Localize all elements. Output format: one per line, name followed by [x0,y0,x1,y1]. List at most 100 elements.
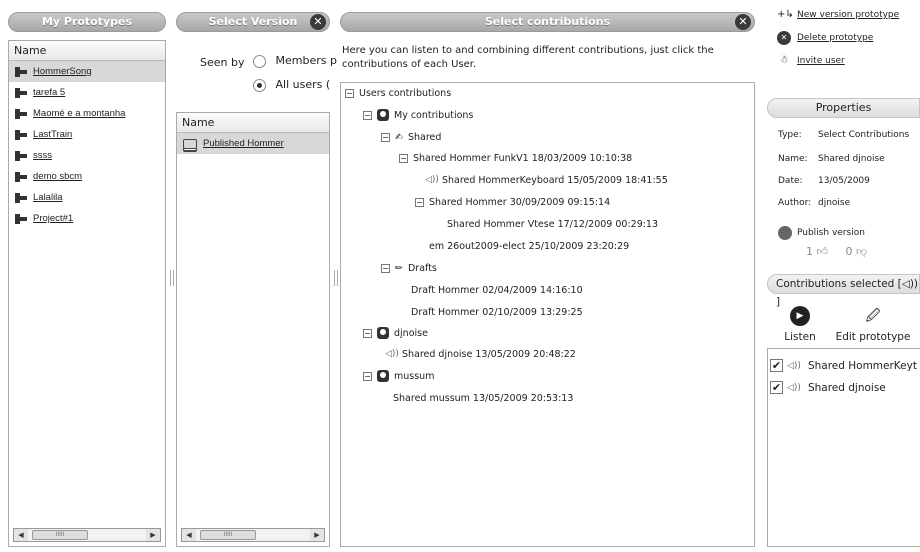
stack-icon [183,138,197,149]
prototype-item[interactable]: Project#1 [9,208,165,229]
collapse-icon[interactable]: − [399,153,408,163]
prototype-icon [15,192,27,203]
selected-checkbox[interactable]: ✔ [770,381,783,394]
likes-count: 1 [806,245,813,258]
drafts-label: Drafts [407,262,437,274]
prototypes-column-header[interactable]: Name [9,41,165,61]
scroll-right-icon[interactable]: ▶ [310,529,324,541]
user-label: mussum [394,370,435,382]
my-contributions-label: My contributions [394,109,474,121]
collapse-icon[interactable]: − [381,132,390,142]
play-icon: ▶ [790,306,810,326]
version-scrollbar[interactable]: ◀ IIIII ▶ [181,528,325,542]
prototype-item[interactable]: HommerSong [9,61,165,82]
close-version-icon[interactable]: ✕ [310,14,326,30]
prototype-item[interactable]: Maomé e a montanha [9,103,165,124]
version-item[interactable]: Published Hommer [177,133,329,154]
new-version-label[interactable]: New version prototype [797,10,899,20]
collapse-icon[interactable]: − [363,328,372,338]
option-members-label: Members p [275,54,337,67]
tree-shared[interactable]: − ✍ Shared [381,130,441,144]
collapse-icon[interactable]: − [363,371,372,381]
prototype-item[interactable]: demo sbcm [9,166,165,187]
collapse-icon[interactable]: − [381,263,390,273]
tree-item[interactable]: em 26out2009-elect 25/10/2009 23:20:29 [429,239,629,253]
members-radio[interactable] [253,54,266,68]
prototypes-panel: Name HommerSong tarefa 5 Maomé e a montanh… [8,40,166,547]
prototype-item-label[interactable]: tarefa 5 [33,82,65,103]
listen-button[interactable]: ▶ Listen [780,306,820,343]
prototype-item-label[interactable]: Lalalila [33,187,63,208]
version-header: Select Version ✕ [176,12,330,32]
prototypes-scrollbar[interactable]: ◀ IIIII ▶ [13,528,161,542]
invite-user-link[interactable]: ☃ Invite user [777,54,845,68]
prototype-item[interactable]: tarefa 5 [9,82,165,103]
invite-user-icon: ☃ [779,55,789,66]
tree-root[interactable]: − Users contributions [345,86,451,100]
delete-prototype-link[interactable]: ✕ Delete prototype [777,31,873,45]
prototype-item[interactable]: LastTrain [9,124,165,145]
edit-prototype-label: Edit prototype [835,331,911,343]
thumbs-down-icon[interactable]: 👎︎ [856,245,867,258]
option-members[interactable]: Members p [253,54,337,68]
contributions-selected-header: Contributions selected [◁)) ] [767,274,920,308]
edit-prototype-button[interactable]: 🖉 Edit prototype [830,306,916,343]
tree-user-mussum[interactable]: − mussum [363,369,434,383]
version-item-label[interactable]: Published Hommer [203,133,284,154]
prototype-item-label[interactable]: HommerSong [33,61,92,82]
properties-header: Properties [767,98,920,118]
selected-item[interactable]: ✔ ◁)) Shared djnoise [770,381,886,394]
collapse-icon[interactable]: − [363,110,372,120]
user-label: djnoise [394,327,428,339]
tree-item[interactable]: Draft Hommer 02/10/2009 13:29:25 [411,305,583,319]
listen-label: Listen [784,331,816,343]
scroll-right-icon[interactable]: ▶ [146,529,160,541]
option-all-users-label: All users ( [275,78,331,91]
selected-item[interactable]: ✔ ◁)) Shared HommerKeyt [770,359,917,372]
tree-item[interactable]: − Shared Hommer 30/09/2009 09:15:14 [415,195,610,209]
sound-icon: ◁)) [787,382,801,393]
tree-item[interactable]: Draft Hommer 02/04/2009 14:16:10 [411,283,583,297]
tree-item-label: Shared Hommer Vtese 17/12/2009 00:29:13 [447,218,659,230]
prototype-item-label[interactable]: LastTrain [33,124,72,145]
tree-item[interactable]: − Shared Hommer FunkV1 18/03/2009 10:10:3… [399,151,632,165]
invite-user-label[interactable]: Invite user [797,56,845,66]
prototype-icon [15,129,27,140]
prototype-item-label[interactable]: demo sbcm [33,166,82,187]
prototype-item[interactable]: ssss [9,145,165,166]
prototypes-header-label: My Prototypes [41,15,133,28]
selected-checkbox[interactable]: ✔ [770,359,783,372]
prototype-item[interactable]: Lalalila [9,187,165,208]
tree-item-label: Shared Hommer FunkV1 18/03/2009 10:10:38 [413,152,633,164]
contributions-tree: − Users contributions − My contributions −… [341,83,754,546]
prototype-item-label[interactable]: Project#1 [33,208,73,229]
delete-prototype-label[interactable]: Delete prototype [797,33,873,43]
thumbs-up-icon[interactable]: 👍︎ [817,245,829,258]
tree-drafts[interactable]: − ✏ Drafts [381,261,437,275]
scroll-thumb[interactable]: IIIII [32,530,88,540]
prototype-icon [15,87,27,98]
version-column-header[interactable]: Name [177,113,329,133]
scroll-left-icon[interactable]: ◀ [14,529,28,541]
new-version-link[interactable]: +↳ New version prototype [777,8,899,22]
scroll-left-icon[interactable]: ◀ [182,529,196,541]
tree-item[interactable]: ◁)) Shared djnoise 13/05/2009 20:48:22 [385,347,576,361]
option-all-users[interactable]: All users ( [253,78,330,92]
tree-my-contributions[interactable]: − My contributions [363,108,473,122]
all-users-radio[interactable] [253,78,266,92]
splitter-1[interactable] [170,270,174,286]
tree-item-label: em 26out2009-elect 25/10/2009 23:20:29 [429,240,630,252]
prototype-item-label[interactable]: Maomé e a montanha [33,103,125,124]
tree-item[interactable]: ◁)) Shared HommerKeyboard 15/05/2009 18:4… [425,173,668,187]
tree-item[interactable]: Shared mussum 13/05/2009 20:53:13 [393,391,573,405]
splitter-2[interactable] [334,270,338,286]
collapse-icon[interactable]: − [345,88,354,98]
scroll-thumb[interactable]: IIIII [200,530,256,540]
tree-item[interactable]: Shared Hommer Vtese 17/12/2009 00:29:13 [447,217,658,231]
publish-version-button[interactable]: Publish version [778,226,865,240]
prototype-item-label[interactable]: ssss [33,145,52,166]
tree-user-djnoise[interactable]: − djnoise [363,326,428,340]
collapse-icon[interactable]: − [415,197,424,207]
prototypes-header: My Prototypes [8,12,166,32]
close-contributions-icon[interactable]: ✕ [735,14,751,30]
